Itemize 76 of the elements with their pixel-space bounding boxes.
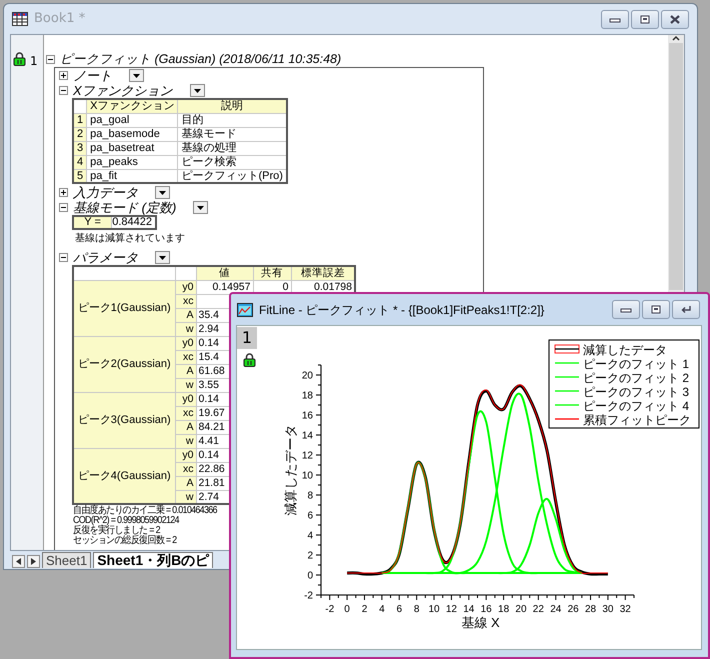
x-axis-title: 基線 X xyxy=(461,615,500,630)
field-value: 0.84422 xyxy=(112,217,153,228)
x-tick-label: 22 xyxy=(532,604,544,615)
window-title: FitLine - ピークフィット * - {[Book1]FitPeaks1!T[2:2]} xyxy=(259,302,544,318)
x-tick-label: 24 xyxy=(550,604,562,615)
row-number: 3 xyxy=(73,141,87,155)
section-title: ノート xyxy=(73,66,112,85)
column-header: 標準誤差 xyxy=(291,266,355,280)
x-tick-label: 10 xyxy=(428,604,440,615)
row-number: 5 xyxy=(73,169,87,183)
row-group-label: ピーク3(Gaussian) xyxy=(73,392,175,448)
y-tick-label: 0 xyxy=(307,570,313,582)
x-tick-label: 6 xyxy=(396,604,402,615)
y-tick-label: 18 xyxy=(302,390,313,402)
section-title: Xファンクション xyxy=(73,82,173,100)
legend-label: ピークのフィット 3 xyxy=(583,385,690,399)
table-cell: pa_basetreat xyxy=(86,141,178,155)
table-cell: 目的 xyxy=(178,113,287,127)
table-cell: pa_basemode xyxy=(86,127,178,141)
table-cell: 基線モード xyxy=(178,127,287,141)
row-number: 1 xyxy=(30,53,38,70)
result-text: セッションの総反復回数 = 2 xyxy=(73,536,176,546)
y-tick-label: 14 xyxy=(302,430,313,442)
x-tick-label: 26 xyxy=(568,604,579,615)
legend-label: 減算したデータ xyxy=(583,343,667,357)
legend-label: ピークのフィット 2 xyxy=(583,371,690,385)
y-tick-label: 16 xyxy=(302,410,313,422)
column-header: 共有 xyxy=(253,266,291,280)
x-tick-label: 14 xyxy=(463,604,474,615)
section-title: 入力データ xyxy=(73,184,138,201)
field-label: Y = xyxy=(74,217,112,228)
report-title: ピークフィット (Gaussian) (2018/06/11 10:35:48) xyxy=(60,50,342,68)
y-tick-label: 4 xyxy=(307,530,313,542)
y-tick-label: 10 xyxy=(302,470,313,482)
legend-label: 累積フィットピーク xyxy=(583,413,691,427)
y-tick-label: -2 xyxy=(304,590,313,602)
x-tick-label: 18 xyxy=(498,604,510,615)
section-title: パラメータ xyxy=(73,248,138,267)
row-number: 4 xyxy=(73,155,87,169)
row-group-label: ピーク2(Gaussian) xyxy=(73,336,175,392)
section-title: 基線モード (定数) xyxy=(73,199,176,217)
y-tick-label: 6 xyxy=(307,510,313,522)
x-tick-label: 8 xyxy=(414,604,420,615)
table-cell: pa_goal xyxy=(86,113,178,127)
legend-label: ピークのフィット 4 xyxy=(583,399,690,413)
x-tick-label: 30 xyxy=(602,604,614,615)
result-text: COD(R^2) = 0.9998059902124 xyxy=(73,516,179,526)
table-cell: 基線の処理 xyxy=(178,141,287,155)
table-cell: ピーク検索 xyxy=(178,155,287,169)
x-tick-label: 2 xyxy=(362,604,368,615)
y-tick-label: 8 xyxy=(307,490,313,502)
x-tick-label: 20 xyxy=(515,604,527,615)
column-header: 値 xyxy=(196,266,253,280)
table-cell: pa_peaks xyxy=(86,155,178,169)
y-axis-title: 減算したデータ xyxy=(283,424,298,516)
x-tick-label: 0 xyxy=(344,604,350,615)
row-group-label: ピーク4(Gaussian) xyxy=(73,448,175,504)
result-text: 反復を実行しました = 2 xyxy=(73,526,160,536)
x-tick-label: 4 xyxy=(379,604,385,615)
row-number: 1 xyxy=(73,113,87,127)
status-note: 基線は減算されています xyxy=(75,233,186,244)
x-tick-label: 16 xyxy=(480,604,492,615)
y-tick-label: 12 xyxy=(302,450,313,462)
row-number: 2 xyxy=(73,127,87,141)
y-tick-label: 2 xyxy=(307,550,313,562)
window-title: Book1 * xyxy=(34,10,86,28)
legend-label: ピークのフィット 1 xyxy=(583,357,690,371)
column-header: 説明 xyxy=(178,99,287,113)
x-tick-label: 32 xyxy=(620,604,631,615)
row-group-label: ピーク1(Gaussian) xyxy=(73,280,175,336)
result-text: 自由度あたりのカイ二乗 = 0.010464366 xyxy=(73,506,217,516)
x-tick-label: 12 xyxy=(446,604,457,615)
column-header: Xファンクション xyxy=(86,99,178,113)
y-tick-label: 20 xyxy=(302,370,313,382)
x-tick-label: 28 xyxy=(584,604,596,615)
x-tick-label: -2 xyxy=(325,604,334,615)
